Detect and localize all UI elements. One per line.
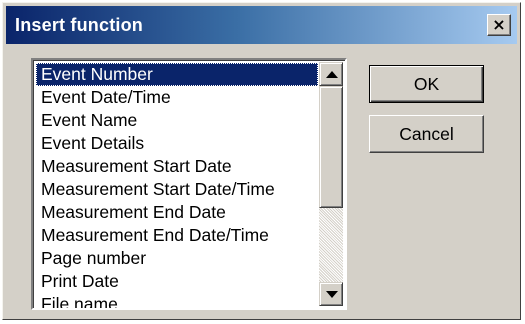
title-bar[interactable]: Insert function × xyxy=(6,6,517,44)
list-item[interactable]: Event Name xyxy=(36,109,318,132)
list-item[interactable]: Measurement Start Date xyxy=(36,155,318,178)
list-item[interactable]: Measurement End Date/Time xyxy=(36,224,318,247)
insert-function-dialog: Insert function × Event Number Event Dat… xyxy=(2,2,521,320)
arrow-up-icon xyxy=(326,71,338,78)
list-item[interactable]: Page number xyxy=(36,247,318,270)
function-listbox[interactable]: Event Number Event Date/Time Event Name … xyxy=(31,58,347,310)
list-item[interactable]: Event Number xyxy=(36,63,318,86)
arrow-down-icon xyxy=(326,291,338,298)
scroll-up-button[interactable] xyxy=(319,62,343,86)
list-item[interactable]: Event Details xyxy=(36,132,318,155)
function-list: Event Number Event Date/Time Event Name … xyxy=(36,63,318,308)
list-item[interactable]: Print Date xyxy=(36,270,318,293)
scroll-thumb[interactable] xyxy=(319,86,343,208)
list-item[interactable]: Event Date/Time xyxy=(36,86,318,109)
scroll-down-button[interactable] xyxy=(319,282,343,306)
list-item[interactable]: File name xyxy=(36,293,318,308)
vertical-scrollbar[interactable] xyxy=(319,62,343,306)
close-button[interactable]: × xyxy=(487,14,511,36)
ok-button[interactable]: OK xyxy=(369,65,484,103)
list-item[interactable]: Measurement Start Date/Time xyxy=(36,178,318,201)
close-icon: × xyxy=(492,15,506,34)
list-item[interactable]: Measurement End Date xyxy=(36,201,318,224)
dialog-title: Insert function xyxy=(15,15,143,35)
cancel-button[interactable]: Cancel xyxy=(369,115,484,153)
